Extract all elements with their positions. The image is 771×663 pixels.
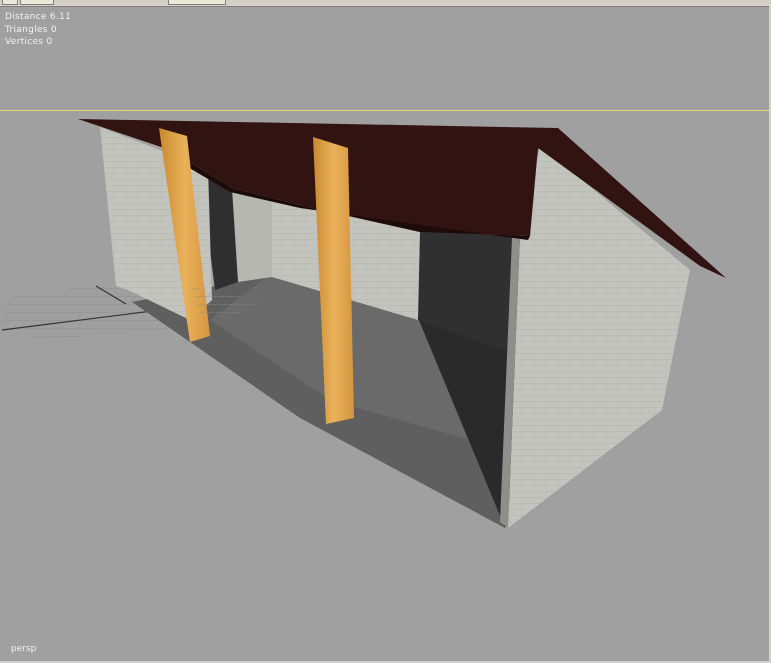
tab-button[interactable] bbox=[2, 0, 18, 5]
scene-render bbox=[1, 119, 726, 528]
hud-stats: Distance 6.11 Triangles 0 Vertices 0 bbox=[5, 11, 71, 49]
viewport-label: persp bbox=[11, 644, 37, 654]
hud-triangles: Triangles 0 bbox=[5, 24, 57, 35]
hud-distance: Distance 6.11 bbox=[5, 12, 72, 22]
3d-viewport[interactable]: Distance 6.11 Triangles 0 Vertices 0 per… bbox=[0, 0, 771, 663]
tab-button[interactable] bbox=[168, 0, 226, 5]
tab-button[interactable] bbox=[20, 0, 54, 5]
horizon-line bbox=[0, 110, 771, 111]
top-toolbar-strip bbox=[0, 0, 771, 7]
hud-vertices: Vertices 0 bbox=[5, 37, 53, 47]
right-gable-wall bbox=[508, 145, 690, 528]
